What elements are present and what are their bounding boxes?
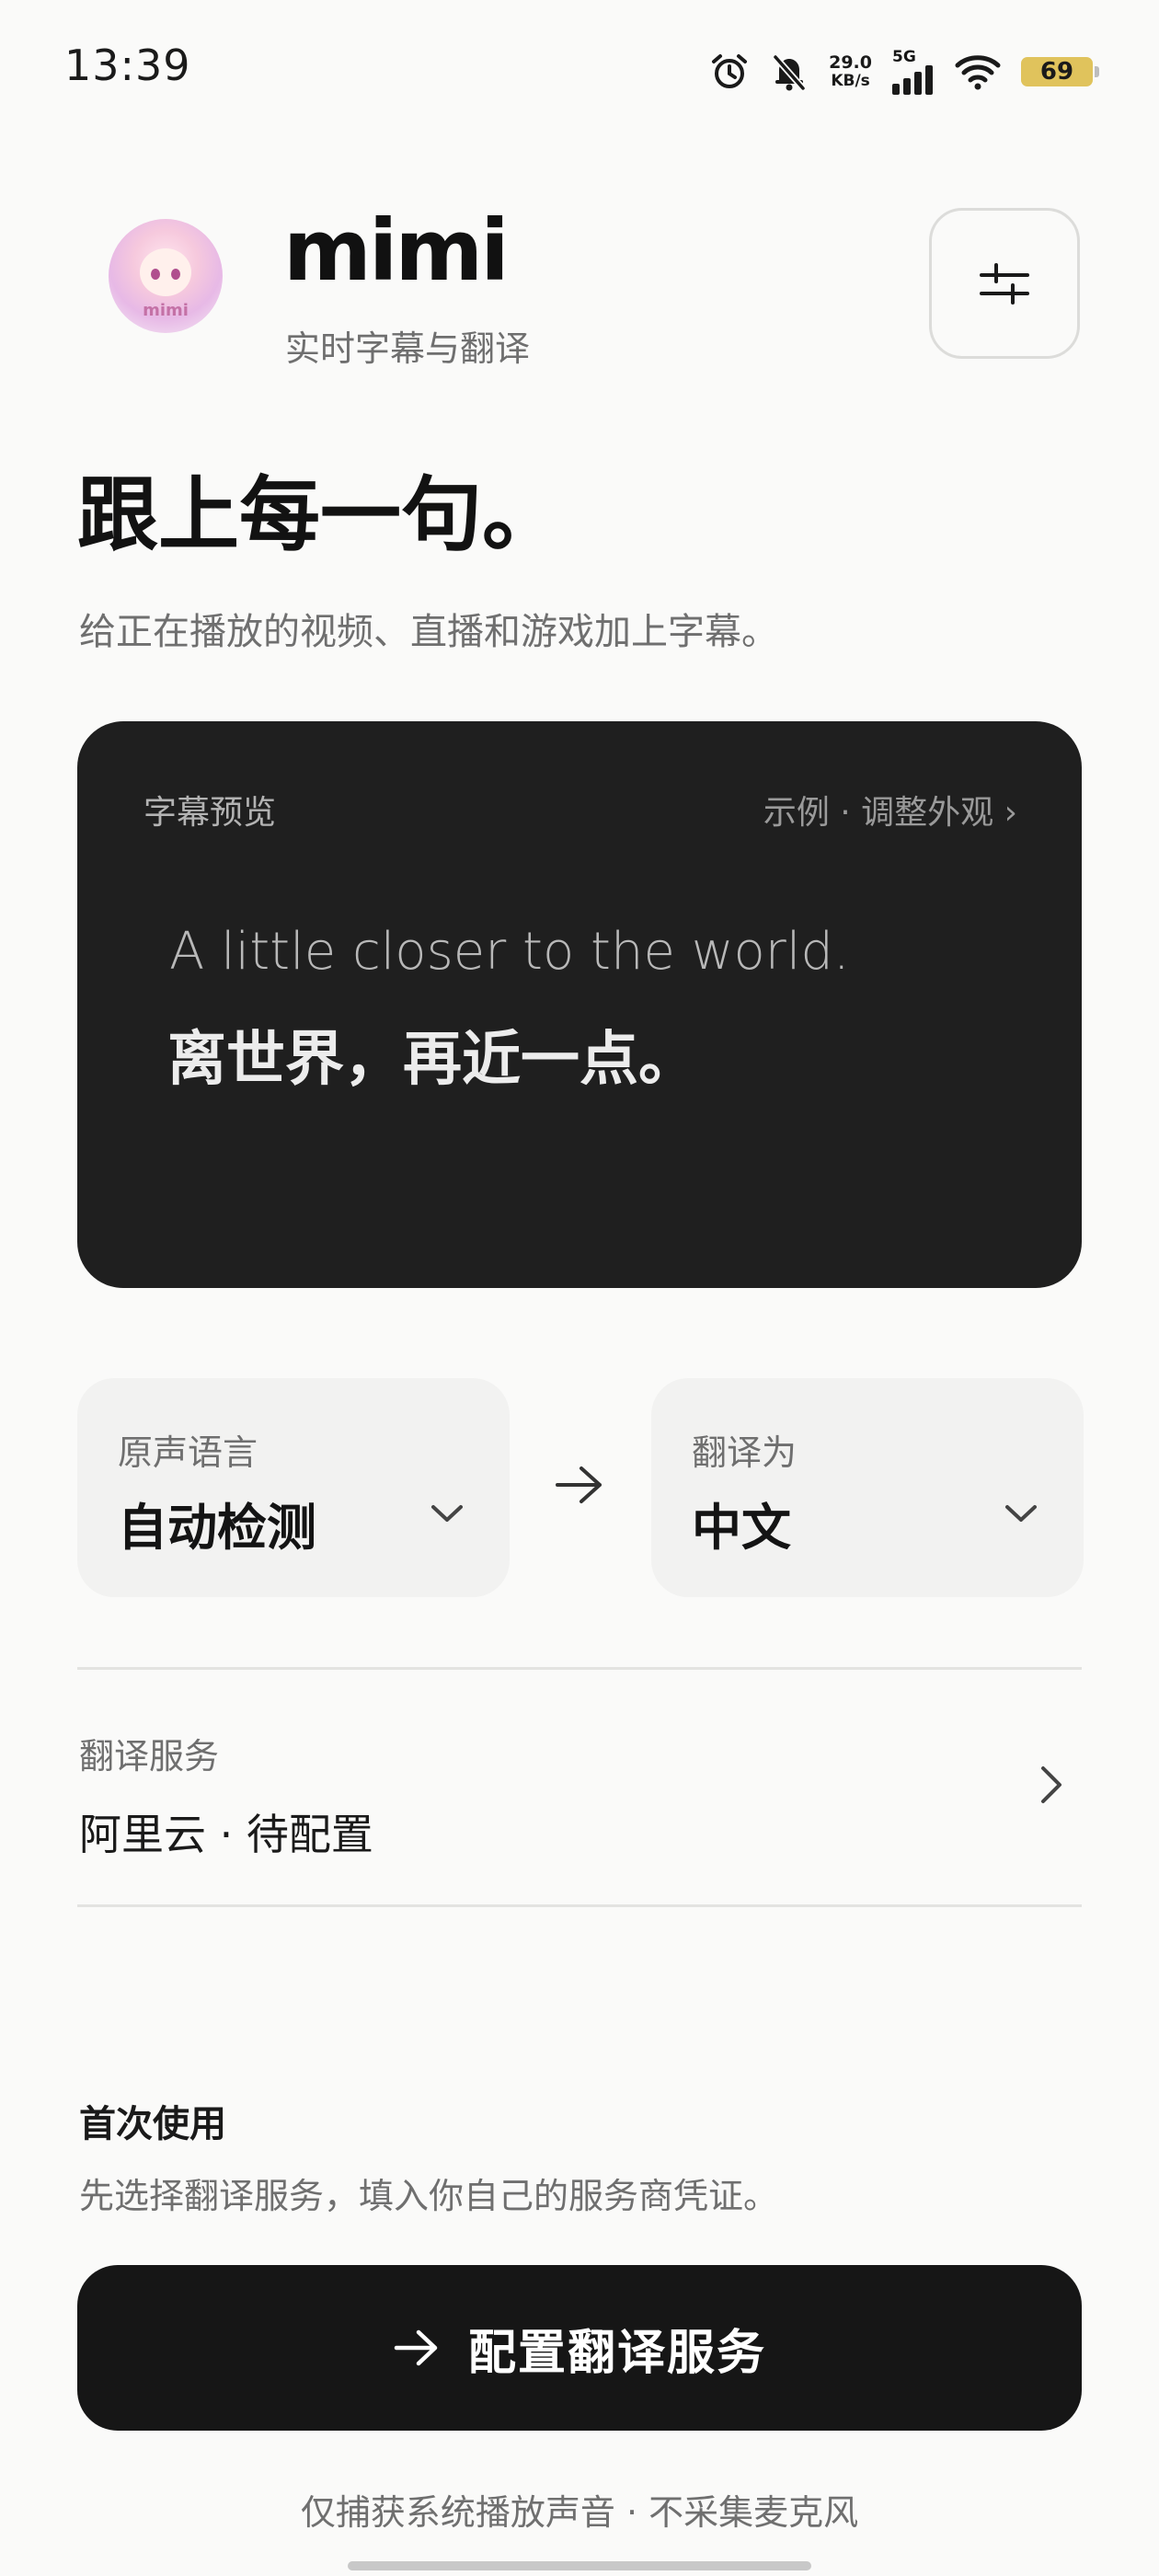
target-language-value: 中文 — [692, 1499, 791, 1557]
sliders-icon — [980, 263, 1029, 305]
first-use-title: 首次使用 — [79, 2103, 226, 2145]
divider — [77, 1904, 1082, 1907]
settings-button[interactable] — [929, 208, 1080, 359]
chevron-down-icon — [1005, 1505, 1037, 1522]
bell-muted-icon — [773, 54, 806, 91]
network-type: 5G — [892, 48, 916, 66]
net-speed-unit: KB/s — [831, 72, 870, 90]
cellular: 5G — [892, 49, 935, 95]
translation-service-row[interactable] — [77, 1671, 1082, 1904]
first-use-description: 先选择翻译服务，填入你自己的服务商凭证。 — [79, 2176, 779, 2216]
avatar-text: mimi — [143, 301, 189, 320]
net-speed: 29.0 KB/s — [829, 53, 872, 90]
target-language-label: 翻译为 — [692, 1432, 798, 1473]
subtitle-preview-card: 字幕预览 示例 · 调整外观 › A little closer to the … — [77, 721, 1082, 1288]
battery-icon: 69 — [1021, 57, 1099, 86]
target-language-select[interactable]: 翻译为 中文 — [651, 1378, 1084, 1597]
signal-icon — [892, 65, 933, 95]
source-language-label: 原声语言 — [118, 1432, 258, 1473]
app-subtitle: 实时字幕与翻译 — [285, 328, 531, 369]
privacy-note: 仅捕获系统播放声音 · 不采集麦克风 — [300, 2492, 859, 2533]
tagline: 给正在播放的视频、直播和游戏加上字幕。 — [79, 611, 778, 653]
translation-service-label: 翻译服务 — [79, 1736, 220, 1777]
configure-service-label: 配置翻译服务 — [467, 2325, 766, 2381]
app-avatar: mimi — [109, 219, 223, 333]
alarm-icon — [712, 54, 748, 88]
chevron-down-icon — [431, 1505, 463, 1522]
arrow-right-icon — [394, 2329, 438, 2366]
battery-level: 69 — [1039, 58, 1074, 86]
app-name: mimi — [283, 201, 510, 300]
configure-service-button[interactable]: 配置翻译服务 — [77, 2265, 1082, 2431]
chevron-right-icon — [1041, 1766, 1061, 1803]
source-language-select[interactable]: 原声语言 自动检测 — [77, 1378, 510, 1597]
headline: 跟上每一句。 — [77, 467, 564, 562]
source-language-value: 自动检测 — [118, 1499, 316, 1557]
divider — [77, 1667, 1082, 1670]
status-icons: 29.0 KB/s 5G 69 — [709, 46, 1099, 98]
arrow-right-icon — [556, 1466, 602, 1503]
adjust-appearance-link[interactable]: 示例 · 调整外观 › — [763, 786, 1017, 834]
preview-translated-text: 离世界，再近一点。 — [167, 1026, 697, 1094]
net-speed-value: 29.0 — [829, 52, 872, 73]
translation-service-value: 阿里云 · 待配置 — [79, 1810, 373, 1859]
preview-original-text: A little closer to the world. — [169, 922, 850, 982]
home-indicator[interactable] — [348, 2561, 811, 2570]
wifi-icon — [955, 55, 1001, 90]
status-time: 13:39 — [64, 40, 191, 90]
preview-label: 字幕预览 — [143, 794, 277, 832]
